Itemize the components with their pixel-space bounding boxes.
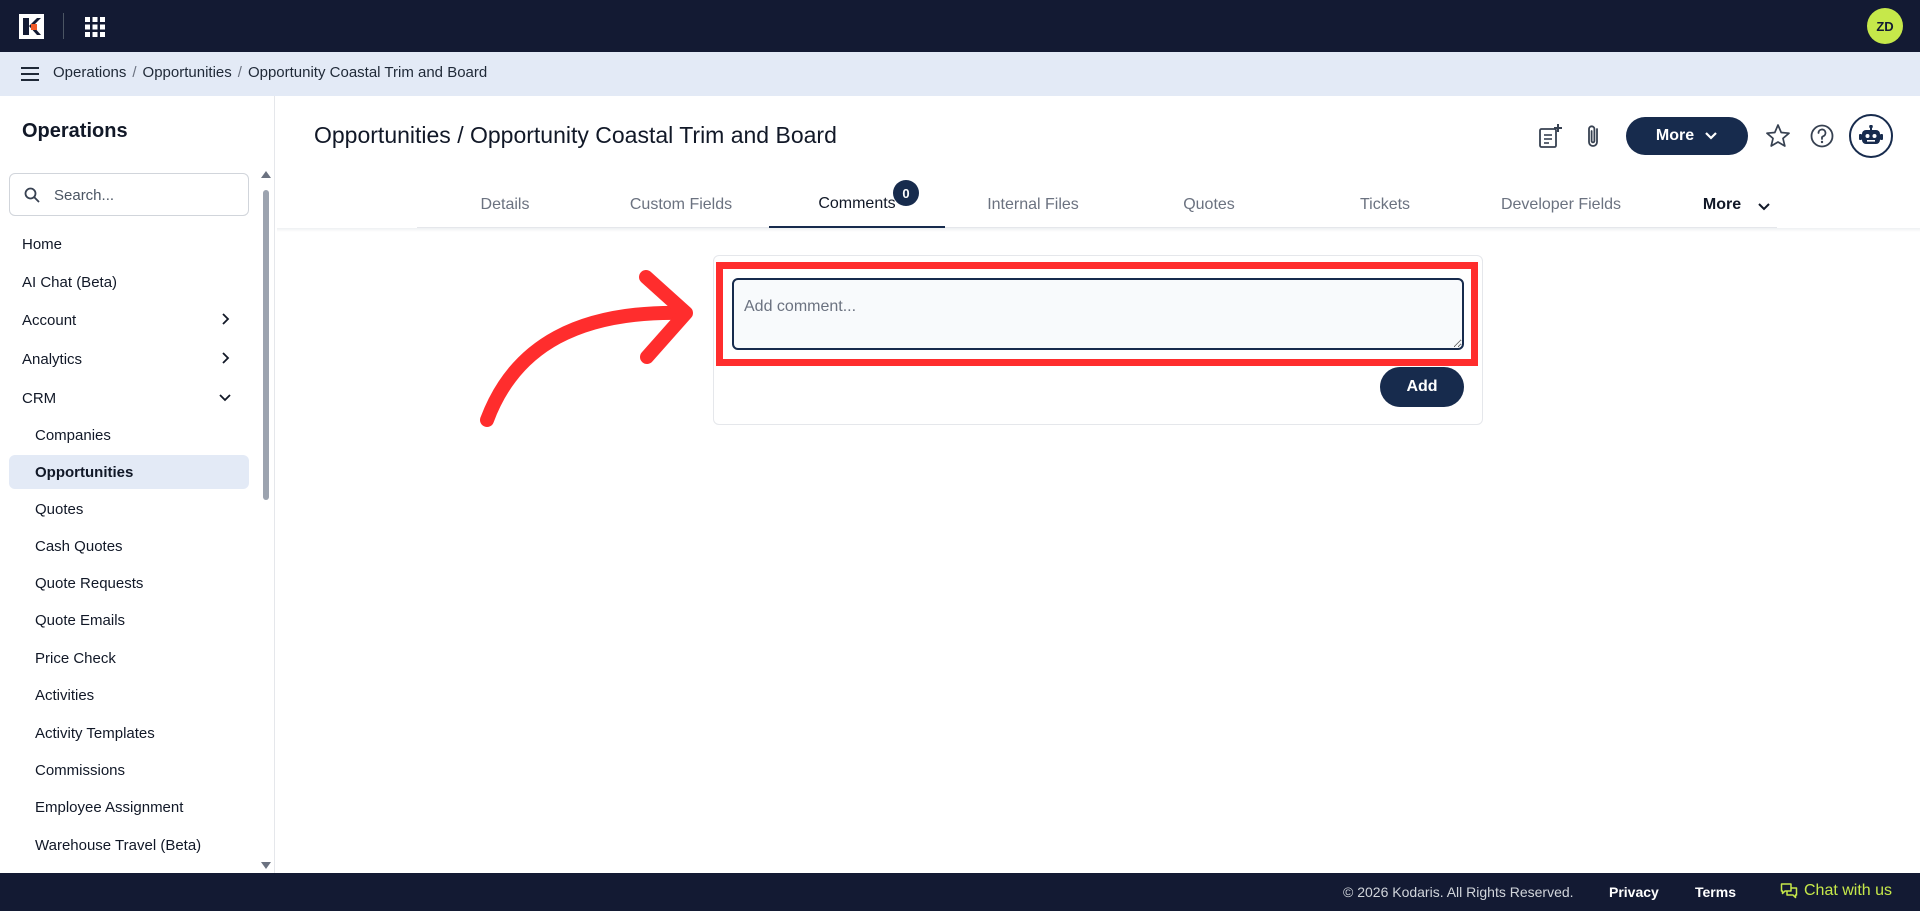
privacy-link[interactable]: Privacy — [1609, 884, 1659, 900]
tab-developer-fields[interactable]: Developer Fields — [1473, 182, 1649, 228]
sidebar-item-label: Employee Assignment — [35, 798, 184, 816]
ai-assistant-button[interactable] — [1849, 114, 1893, 158]
paperclip-icon[interactable] — [1581, 123, 1607, 149]
tab-label: Comments — [818, 195, 896, 212]
sidebar-item-quote-requests[interactable]: Quote Requests — [9, 566, 249, 600]
copyright-text: © 2026 Kodaris. All Rights Reserved. — [1343, 884, 1574, 900]
tab-label: Developer Fields — [1500, 196, 1622, 213]
add-comment-button[interactable]: Add — [1380, 367, 1464, 407]
more-actions-button[interactable]: More — [1626, 117, 1748, 155]
breadcrumb-separator: / — [237, 64, 242, 81]
star-icon[interactable] — [1765, 123, 1791, 149]
tab-details[interactable]: Details — [417, 182, 593, 228]
tab-label: Internal Files — [987, 196, 1079, 213]
tab-more[interactable]: More — [1649, 182, 1825, 228]
breadcrumb-separator: / — [132, 64, 137, 81]
chat-with-us-link[interactable]: Chat with us — [1780, 882, 1892, 900]
sidebar-item-ai-chat[interactable]: AI Chat (Beta) — [9, 265, 249, 299]
sidebar: Operations Home AI Chat (Beta) Account A… — [0, 96, 275, 873]
sidebar-item-label: Opportunities — [35, 463, 134, 481]
help-icon[interactable] — [1809, 123, 1835, 149]
sidebar-item-label: Commissions — [35, 761, 126, 779]
sidebar-item-opportunities[interactable]: Opportunities — [9, 455, 249, 489]
breadcrumb: Operations / Opportunities / Opportunity… — [53, 64, 487, 81]
chevron-down-icon — [1705, 132, 1717, 140]
tab-label: Details — [480, 196, 530, 213]
tab-label: More — [1702, 196, 1742, 213]
sidebar-item-activities[interactable]: Activities — [9, 678, 249, 712]
sidebar-item-label: Activities — [35, 686, 95, 704]
search-icon — [24, 187, 40, 203]
comment-textarea[interactable] — [732, 278, 1464, 350]
chevron-right-icon — [222, 352, 230, 364]
sidebar-item-quote-emails[interactable]: Quote Emails — [9, 603, 249, 637]
scroll-up-arrow-icon[interactable] — [261, 171, 271, 178]
sidebar-item-cash-quotes[interactable]: Cash Quotes — [9, 529, 249, 563]
tab-label: Tickets — [1359, 196, 1411, 213]
user-avatar[interactable]: ZD — [1867, 8, 1903, 44]
sidebar-item-activity-templates[interactable]: Activity Templates — [9, 716, 249, 750]
sidebar-item-account[interactable]: Account — [9, 303, 249, 337]
tab-custom-fields[interactable]: Custom Fields — [593, 182, 769, 228]
sidebar-item-crm[interactable]: CRM — [9, 381, 249, 415]
tab-label: Quotes — [1183, 196, 1235, 213]
tab-bar: Details Custom Fields Comments Internal … — [417, 182, 1777, 228]
sidebar-item-home[interactable]: Home — [9, 227, 249, 261]
breadcrumb-current: Opportunity Coastal Trim and Board — [247, 64, 488, 81]
sidebar-item-label: Activity Templates — [35, 724, 155, 742]
tab-label: Custom Fields — [629, 196, 733, 213]
sidebar-item-companies[interactable]: Companies — [9, 418, 249, 452]
tab-tickets[interactable]: Tickets — [1297, 182, 1473, 228]
tab-internal-files[interactable]: Internal Files — [945, 182, 1121, 228]
breadcrumb-opportunities[interactable]: Opportunities — [143, 64, 232, 81]
sidebar-item-label: Quote Emails — [35, 611, 126, 629]
sidebar-item-label: Analytics — [22, 350, 83, 368]
page-title: Opportunities / Opportunity Coastal Trim… — [314, 122, 837, 148]
sidebar-item-quotes[interactable]: Quotes — [9, 492, 249, 526]
terms-link[interactable]: Terms — [1695, 884, 1736, 900]
sidebar-item-label: AI Chat (Beta) — [22, 273, 118, 291]
sidebar-scrollbar[interactable] — [263, 190, 269, 500]
top-bar — [0, 0, 1920, 52]
sidebar-item-price-check[interactable]: Price Check — [9, 641, 249, 675]
sidebar-search — [9, 173, 249, 216]
sidebar-item-label: Account — [22, 311, 77, 329]
sidebar-item-label: Quotes — [35, 500, 84, 518]
more-actions-label: More — [1655, 127, 1695, 144]
chat-with-us-label: Chat with us — [1804, 882, 1893, 899]
sidebar-item-label: Warehouse Travel (Beta) — [35, 836, 202, 854]
sidebar-item-warehouse-travel[interactable]: Warehouse Travel (Beta) — [9, 828, 249, 862]
scroll-down-arrow-icon[interactable] — [261, 862, 271, 869]
sidebar-item-label: CRM — [22, 389, 57, 407]
tab-quotes[interactable]: Quotes — [1121, 182, 1297, 228]
apps-grid-icon[interactable] — [85, 17, 105, 37]
kodaris-logo[interactable] — [19, 14, 44, 39]
sidebar-item-employee-assignment[interactable]: Employee Assignment — [9, 790, 249, 824]
sidebar-item-label: Home — [22, 235, 63, 253]
sidebar-item-label: Cash Quotes — [35, 537, 123, 555]
annotation-arrow — [480, 270, 693, 427]
search-input[interactable] — [54, 184, 240, 206]
sidebar-item-analytics[interactable]: Analytics — [9, 342, 249, 376]
chevron-down-icon — [219, 394, 231, 402]
chevron-right-icon — [222, 313, 230, 325]
comments-count-badge: 0 — [893, 180, 919, 206]
sidebar-item-label: Companies — [35, 426, 111, 444]
topbar-divider — [63, 13, 64, 39]
chat-icon — [1780, 883, 1798, 899]
header-shadow — [277, 228, 1920, 232]
sidebar-item-commissions[interactable]: Commissions — [9, 753, 249, 787]
robot-icon — [1859, 125, 1883, 144]
sidebar-title: Operations — [22, 120, 128, 142]
breadcrumb-operations[interactable]: Operations — [53, 64, 126, 81]
hamburger-menu-icon[interactable] — [21, 66, 41, 82]
sidebar-item-label: Quote Requests — [35, 574, 144, 592]
sidebar-item-label: Price Check — [35, 649, 116, 667]
add-note-icon[interactable] — [1537, 123, 1563, 149]
chevron-down-icon — [1758, 203, 1770, 211]
